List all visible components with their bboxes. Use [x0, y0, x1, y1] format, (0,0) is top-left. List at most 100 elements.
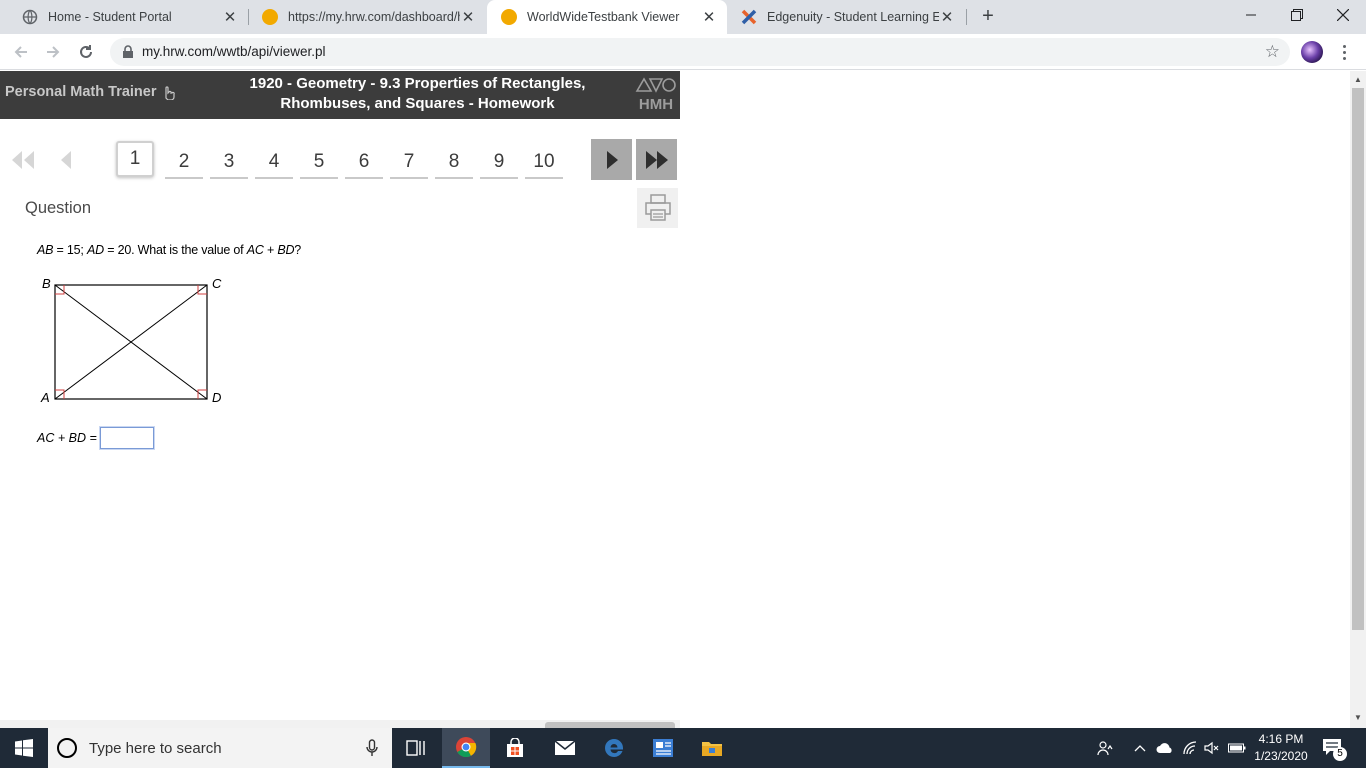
volume-muted-icon[interactable]	[1202, 728, 1222, 768]
answer-input[interactable]	[99, 427, 154, 449]
page-button-9[interactable]: 9	[480, 143, 518, 179]
tab-divider	[966, 9, 967, 25]
onedrive-cloud-icon[interactable]	[1154, 728, 1176, 768]
print-button[interactable]	[637, 188, 678, 228]
news-taskbar-button[interactable]	[639, 728, 687, 768]
lock-icon	[123, 45, 133, 58]
brand-name: Personal Math Trainer	[5, 84, 157, 100]
task-view-icon	[406, 740, 425, 756]
arrow-right-icon	[47, 46, 60, 58]
globe-icon	[22, 9, 38, 25]
windows-taskbar: Type here to search 4:16 PM 1/23/2020 5	[0, 728, 1366, 768]
tab-title: Edgenuity - Student Learning Exp	[767, 10, 939, 24]
chrome-taskbar-button[interactable]	[442, 728, 490, 768]
edge-icon	[605, 739, 623, 757]
last-question-button[interactable]	[636, 139, 677, 180]
hrw-favicon-icon	[262, 9, 278, 25]
tab-title: https://my.hrw.com/dashboard/h	[288, 10, 460, 24]
restore-window-button[interactable]	[1274, 0, 1320, 30]
page-button-4[interactable]: 4	[255, 143, 293, 179]
close-tab-icon[interactable]: ✕	[222, 8, 238, 26]
hand-pointer-icon	[164, 86, 175, 100]
vertex-label-a: A	[41, 390, 50, 405]
browser-menu-icon[interactable]	[1336, 40, 1352, 64]
forward-button[interactable]	[40, 39, 66, 65]
start-button[interactable]	[0, 728, 48, 768]
page-button-1[interactable]: 1	[116, 141, 154, 177]
taskbar-search[interactable]: Type here to search	[48, 728, 392, 768]
mail-taskbar-button[interactable]	[541, 728, 589, 768]
bookmark-star-icon[interactable]: ☆	[1265, 42, 1280, 62]
minimize-window-button[interactable]	[1228, 0, 1274, 30]
first-question-button[interactable]	[9, 145, 39, 175]
brand: Personal Math Trainer	[5, 84, 175, 100]
new-tab-button[interactable]: +	[976, 5, 1000, 29]
segment-ab: AB	[37, 243, 54, 257]
close-tab-icon[interactable]: ✕	[939, 8, 955, 26]
vertex-label-c: C	[212, 276, 222, 291]
question-text-part: ?	[294, 243, 302, 257]
reload-icon	[80, 45, 92, 58]
close-window-button[interactable]	[1320, 0, 1366, 30]
assignment-title-line2: Rhombuses, and Squares - Homework	[280, 95, 555, 112]
file-explorer-taskbar-button[interactable]	[688, 728, 736, 768]
cortana-icon	[57, 738, 77, 758]
previous-question-button[interactable]	[55, 145, 85, 175]
windows-logo-icon	[15, 739, 33, 757]
scroll-up-arrow-icon[interactable]: ▲	[1354, 75, 1362, 84]
tab-title: WorldWideTestbank Viewer	[527, 10, 680, 24]
edge-taskbar-button[interactable]	[590, 728, 638, 768]
url-text: my.hrw.com/wwtb/api/viewer.pl	[142, 44, 326, 59]
tab-hrw-dashboard[interactable]: https://my.hrw.com/dashboard/h ✕	[248, 0, 486, 34]
back-button[interactable]	[8, 39, 34, 65]
question-text-part: = 20. What is the value of	[103, 243, 247, 257]
vertex-label-d: D	[212, 390, 222, 405]
rectangle-figure: B C A D	[38, 273, 228, 409]
answer-row: AC + BD =	[37, 427, 154, 449]
question-heading: Question	[25, 199, 92, 217]
tab-edgenuity[interactable]: Edgenuity - Student Learning Exp ✕	[727, 0, 965, 34]
vertical-scrollbar[interactable]: ▲ ▼	[1350, 71, 1366, 728]
scroll-down-arrow-icon[interactable]: ▼	[1354, 713, 1362, 722]
rectangle-diagram	[54, 284, 208, 400]
page-button-10[interactable]: 10	[525, 143, 563, 179]
notification-badge: 5	[1333, 747, 1347, 761]
action-center-button[interactable]: 5	[1322, 738, 1347, 761]
question-text: AB = 15; AD = 20. What is the value of A…	[37, 243, 301, 257]
clock-time: 4:16 PM	[1258, 732, 1304, 746]
page-button-8[interactable]: 8	[435, 143, 473, 179]
profile-avatar[interactable]	[1301, 41, 1323, 63]
page-button-5[interactable]: 5	[300, 143, 338, 179]
page-button-6[interactable]: 6	[345, 143, 383, 179]
battery-icon[interactable]	[1226, 728, 1248, 768]
search-placeholder: Type here to search	[89, 739, 222, 757]
reload-button[interactable]	[73, 39, 99, 65]
wifi-icon[interactable]	[1179, 728, 1201, 768]
tab-worldwide-testbank[interactable]: WorldWideTestbank Viewer ✕	[487, 0, 727, 34]
segment-ac: AC	[246, 243, 264, 257]
close-tab-icon[interactable]: ✕	[701, 8, 717, 26]
mail-envelope-icon	[554, 740, 576, 755]
horizontal-scrollbar[interactable]	[0, 720, 680, 728]
news-icon	[653, 739, 673, 757]
page-button-3[interactable]: 3	[210, 143, 248, 179]
store-bag-icon	[507, 738, 523, 757]
store-taskbar-button[interactable]	[491, 728, 539, 768]
clock-date: 1/23/2020	[1254, 749, 1308, 763]
page-button-7[interactable]: 7	[390, 143, 428, 179]
next-question-button[interactable]	[591, 139, 632, 180]
hmh-logo-text: HMH	[638, 96, 674, 113]
microphone-icon[interactable]	[366, 739, 378, 757]
vertical-scroll-thumb[interactable]	[1352, 88, 1364, 630]
address-bar[interactable]: my.hrw.com/wwtb/api/viewer.pl ☆	[110, 38, 1290, 66]
page-button-2[interactable]: 2	[165, 143, 203, 179]
people-tray-icon[interactable]	[1094, 728, 1116, 768]
double-chevron-right-icon	[645, 150, 668, 169]
chevron-left-icon	[61, 151, 71, 169]
chevron-up-icon[interactable]	[1130, 728, 1150, 768]
chrome-icon	[456, 737, 477, 758]
tab-student-portal[interactable]: Home - Student Portal ✕	[8, 0, 248, 34]
close-tab-icon[interactable]: ✕	[460, 8, 476, 26]
system-clock[interactable]: 4:16 PM 1/23/2020	[1251, 731, 1311, 765]
task-view-button[interactable]	[392, 728, 440, 768]
